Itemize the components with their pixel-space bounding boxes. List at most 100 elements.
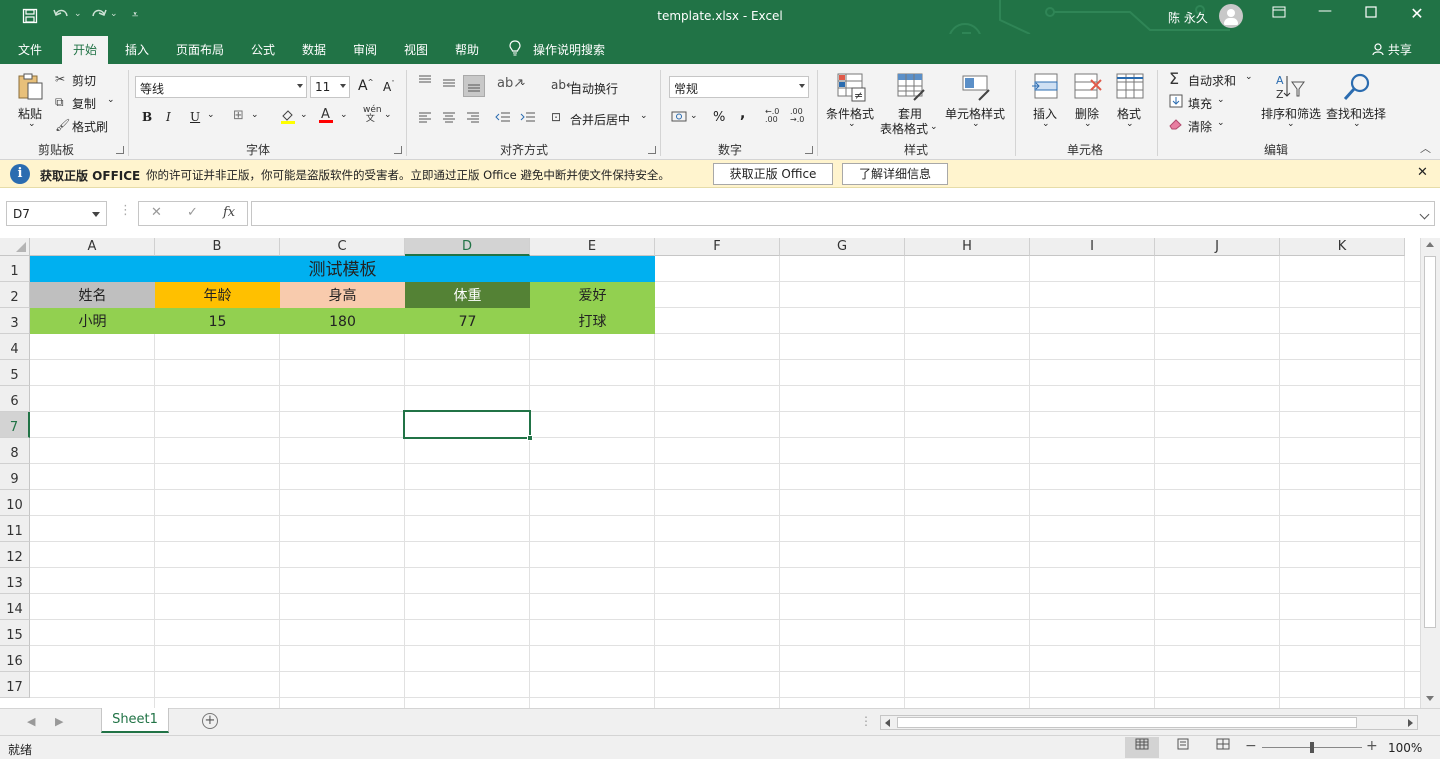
row-header-17[interactable]: 17 — [0, 672, 30, 698]
clear-dropdown-icon[interactable]: ⌄ — [1217, 118, 1225, 128]
tab-home[interactable]: 开始 — [62, 36, 109, 64]
close-icon[interactable]: ✕ — [1402, 4, 1432, 23]
tab-help[interactable]: 帮助 — [455, 41, 479, 58]
scroll-left-icon[interactable] — [885, 719, 890, 727]
row-header-5[interactable]: 5 — [0, 360, 30, 386]
scroll-up-icon[interactable] — [1426, 242, 1434, 247]
tab-insert[interactable]: 插入 — [125, 41, 149, 58]
minimize-icon[interactable]: — — [1310, 3, 1340, 19]
accounting-format-icon[interactable] — [671, 110, 689, 127]
horizontal-scrollbar-thumb[interactable] — [897, 717, 1357, 728]
tell-me-search[interactable]: 操作说明搜索 — [533, 41, 605, 58]
tab-view[interactable]: 视图 — [404, 41, 428, 58]
more-options-icon[interactable]: ⋮ — [119, 203, 132, 218]
previous-sheet-icon[interactable]: ◀ — [27, 715, 35, 728]
header-cell[interactable]: 身高 — [280, 282, 405, 308]
underline-dropdown-icon[interactable]: ⌄ — [207, 110, 215, 120]
ribbon-display-options-icon[interactable] — [1264, 6, 1294, 22]
formula-input[interactable] — [251, 201, 1435, 226]
increase-decimal-icon[interactable]: ←.0.00 — [765, 108, 779, 124]
insert-dropdown-icon[interactable]: ⌄ — [1042, 119, 1050, 129]
get-genuine-office-button[interactable]: 获取正版 Office — [713, 163, 833, 185]
borders-icon[interactable]: ⊞ — [233, 108, 244, 123]
merged-title-cell[interactable]: 测试模板 — [30, 256, 655, 282]
tab-review[interactable]: 审阅 — [353, 41, 377, 58]
clear-button[interactable]: 清除 — [1188, 118, 1212, 135]
vertical-scrollbar[interactable] — [1420, 238, 1440, 708]
increase-font-size-icon[interactable]: A^ — [358, 78, 373, 94]
sort-filter-icon[interactable]: AZ — [1275, 72, 1305, 102]
cell-styles-dropdown-icon[interactable]: ⌄ — [972, 119, 980, 129]
header-cell[interactable]: 爱好 — [530, 282, 655, 308]
row-header-7[interactable]: 7 — [0, 412, 30, 438]
bold-button[interactable]: B — [142, 110, 152, 124]
comma-style-button[interactable]: , — [740, 106, 745, 122]
sheet-tab-sheet1[interactable]: Sheet1 — [101, 708, 169, 733]
close-icon[interactable]: ✕ — [1417, 165, 1428, 180]
column-header-e[interactable]: E — [530, 238, 655, 256]
select-all-corner[interactable] — [0, 238, 30, 256]
page-break-preview-icon[interactable] — [1206, 737, 1240, 758]
increase-indent-icon[interactable] — [520, 110, 536, 127]
sort-dropdown-icon[interactable]: ⌄ — [1287, 119, 1295, 129]
zoom-level[interactable]: 100% — [1388, 741, 1422, 755]
format-painter-button[interactable]: 格式刷 — [72, 118, 108, 135]
expand-formula-bar-icon[interactable] — [1419, 209, 1430, 220]
zoom-out-icon[interactable]: − — [1245, 738, 1257, 754]
decrease-font-size-icon[interactable]: Aˇ — [383, 80, 395, 94]
user-name[interactable]: 陈 永久 — [1168, 9, 1208, 26]
fill-dropdown-icon[interactable]: ⌄ — [1217, 95, 1225, 105]
row-header-10[interactable]: 10 — [0, 490, 30, 516]
data-cell[interactable]: 180 — [280, 308, 405, 334]
align-middle-icon[interactable] — [442, 76, 456, 93]
worksheet-grid[interactable]: ABCDEFGHIJK 1 2 3 4 5 6 7 8 9 10 11 12 13 14 15 16 17 测试… — [0, 238, 1420, 708]
merge-dropdown-icon[interactable]: ⌄ — [640, 111, 648, 121]
number-launcher-icon[interactable] — [805, 146, 813, 154]
percent-style-button[interactable]: % — [713, 110, 725, 125]
data-cell[interactable]: 小明 — [30, 308, 155, 334]
page-layout-view-icon[interactable] — [1166, 737, 1200, 758]
column-header-d[interactable]: D — [405, 238, 530, 256]
fill-color-icon[interactable] — [280, 108, 296, 127]
phonetic-guide-icon[interactable]: wén 文 — [363, 106, 382, 124]
delete-dropdown-icon[interactable]: ⌄ — [1084, 119, 1092, 129]
conditional-formatting-icon[interactable]: ≠ — [836, 72, 866, 102]
decrease-indent-icon[interactable] — [495, 110, 511, 127]
number-format-combo[interactable]: 常规 — [669, 76, 809, 98]
data-cell[interactable]: 15 — [155, 308, 280, 334]
horizontal-scrollbar[interactable] — [880, 715, 1418, 730]
accounting-dropdown-icon[interactable]: ⌄ — [690, 111, 698, 121]
scroll-right-icon[interactable] — [1408, 719, 1413, 727]
row-header-6[interactable]: 6 — [0, 386, 30, 412]
row-header-3[interactable]: 3 — [0, 308, 30, 334]
tab-formulas[interactable]: 公式 — [251, 41, 275, 58]
fill-handle[interactable] — [527, 435, 533, 441]
font-launcher-icon[interactable] — [394, 146, 402, 154]
row-header-15[interactable]: 15 — [0, 620, 30, 646]
phonetic-dropdown-icon[interactable]: ⌄ — [384, 110, 392, 120]
paste-dropdown-icon[interactable]: ⌄ — [28, 119, 36, 129]
header-cell[interactable]: 年龄 — [155, 282, 280, 308]
normal-view-icon[interactable] — [1125, 737, 1159, 758]
row-header-14[interactable]: 14 — [0, 594, 30, 620]
align-center-icon[interactable] — [442, 110, 456, 127]
alignment-launcher-icon[interactable] — [648, 146, 656, 154]
row-header-9[interactable]: 9 — [0, 464, 30, 490]
row-header-4[interactable]: 4 — [0, 334, 30, 360]
align-top-icon[interactable] — [418, 74, 432, 91]
autosum-dropdown-icon[interactable]: ⌄ — [1245, 72, 1253, 82]
font-color-icon[interactable]: A — [318, 106, 334, 127]
zoom-slider-thumb[interactable] — [1310, 742, 1314, 753]
find-select-icon[interactable] — [1342, 72, 1372, 102]
font-name-combo[interactable]: 等线 — [135, 76, 307, 98]
clipboard-launcher-icon[interactable] — [116, 146, 124, 154]
row-header-11[interactable]: 11 — [0, 516, 30, 542]
align-left-icon[interactable] — [418, 110, 432, 127]
find-dropdown-icon[interactable]: ⌄ — [1353, 119, 1361, 129]
row-header-13[interactable]: 13 — [0, 568, 30, 594]
column-header-k[interactable]: K — [1280, 238, 1405, 256]
font-color-dropdown-icon[interactable]: ⌄ — [340, 110, 348, 120]
row-header-1[interactable]: 1 — [0, 256, 30, 282]
column-header-f[interactable]: F — [655, 238, 780, 256]
row-header-12[interactable]: 12 — [0, 542, 30, 568]
